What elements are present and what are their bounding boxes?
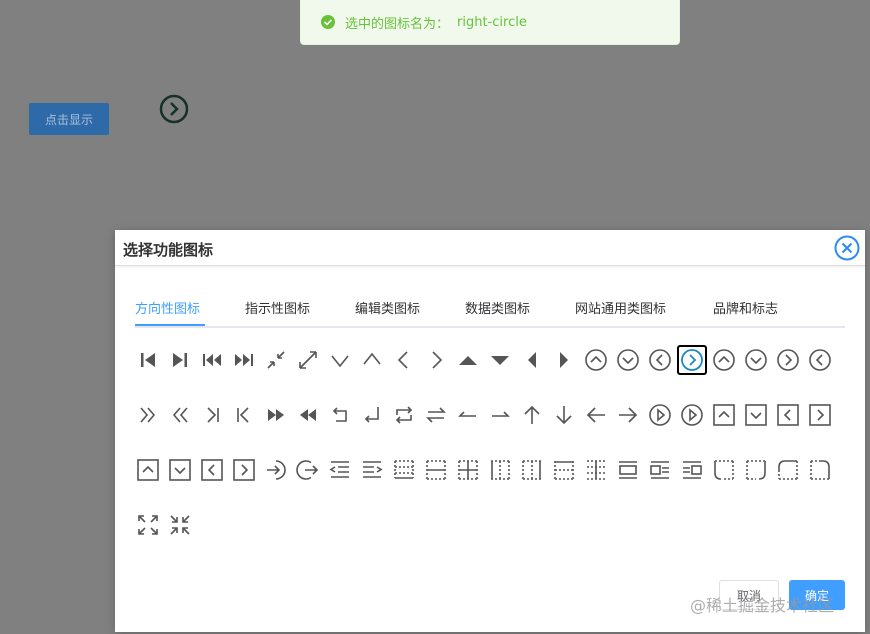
close-icon[interactable] (834, 235, 860, 261)
success-toast: 选中的图标名为： right-circle (300, 0, 680, 45)
swap-left-icon[interactable] (453, 400, 483, 430)
right-circle-icon (158, 93, 190, 125)
retweet-icon[interactable] (389, 400, 419, 430)
left-square-icon[interactable] (773, 400, 803, 430)
right-circle-o-icon[interactable] (773, 345, 803, 375)
play-circle-icon[interactable] (645, 400, 675, 430)
fast-forward-icon[interactable] (229, 345, 259, 375)
menu-unfold-icon[interactable] (357, 455, 387, 485)
caret-up-icon[interactable] (453, 345, 483, 375)
border-left-icon[interactable] (485, 455, 515, 485)
border-bottom-icon[interactable] (389, 455, 419, 485)
up-icon[interactable] (357, 345, 387, 375)
up-square-o-icon[interactable] (133, 455, 163, 485)
right-square-o-icon[interactable] (229, 455, 259, 485)
shrink-icon[interactable] (261, 345, 291, 375)
tab-data[interactable]: 数据类图标 (465, 298, 530, 326)
cancel-button[interactable]: 取消 (719, 580, 779, 610)
up-square-icon[interactable] (709, 400, 739, 430)
fullscreen-exit-icon[interactable] (165, 510, 195, 540)
swap-icon[interactable] (421, 400, 451, 430)
enter-icon[interactable] (357, 400, 387, 430)
double-left-icon[interactable] (165, 400, 195, 430)
left-icon[interactable] (389, 345, 419, 375)
step-backward-icon[interactable] (133, 345, 163, 375)
double-right-icon[interactable] (133, 400, 163, 430)
arrow-up-icon[interactable] (517, 400, 547, 430)
menu-fold-icon[interactable] (325, 455, 355, 485)
pic-right-icon[interactable] (677, 455, 707, 485)
confirm-button[interactable]: 确定 (789, 580, 845, 610)
pic-center-icon[interactable] (613, 455, 643, 485)
border-top-icon[interactable] (549, 455, 579, 485)
dialog-title: 选择功能图标 (123, 241, 214, 259)
tab-direction[interactable]: 方向性图标 (135, 298, 200, 326)
border-inner-icon[interactable] (453, 455, 483, 485)
vertical-left-icon[interactable] (197, 400, 227, 430)
left-circle-icon[interactable] (645, 345, 675, 375)
rollback-icon[interactable] (325, 400, 355, 430)
icon-picker-dialog: 选择功能图标 方向性图标 指示性图标 编辑类图标 数据类图标 网站通用类图标 品… (115, 230, 865, 632)
tab-edit[interactable]: 编辑类图标 (355, 298, 420, 326)
logout-icon[interactable] (293, 455, 323, 485)
right-icon[interactable] (421, 345, 451, 375)
step-forward-icon[interactable] (165, 345, 195, 375)
up-circle-o-icon[interactable] (709, 345, 739, 375)
active-tab-indicator (135, 324, 205, 326)
tab-indicator[interactable]: 指示性图标 (245, 298, 310, 326)
down-circle-o-icon[interactable] (741, 345, 771, 375)
arrows-alt-icon[interactable] (293, 345, 323, 375)
check-circle-icon (321, 15, 335, 29)
border-right-icon[interactable] (517, 455, 547, 485)
forward-icon[interactable] (261, 400, 291, 430)
radius-upright-icon[interactable] (805, 455, 835, 485)
radius-upleft-icon[interactable] (773, 455, 803, 485)
down-icon[interactable] (325, 345, 355, 375)
icon-category-tabs: 方向性图标 指示性图标 编辑类图标 数据类图标 网站通用类图标 品牌和标志 (135, 296, 845, 328)
up-circle-icon[interactable] (581, 345, 611, 375)
toast-message: 选中的图标名为： (345, 16, 450, 32)
left-square-o-icon[interactable] (197, 455, 227, 485)
down-square-o-icon[interactable] (165, 455, 195, 485)
fullscreen-icon[interactable] (133, 510, 163, 540)
pic-left-icon[interactable] (645, 455, 675, 485)
radius-bottomright-icon[interactable] (741, 455, 771, 485)
swap-right-icon[interactable] (485, 400, 515, 430)
right-square-icon[interactable] (805, 400, 835, 430)
border-verticle-icon[interactable] (581, 455, 611, 485)
border-horizontal-icon[interactable] (421, 455, 451, 485)
caret-right-icon[interactable] (549, 345, 579, 375)
down-square-icon[interactable] (741, 400, 771, 430)
show-dialog-button[interactable]: 点击显示 (29, 103, 109, 135)
left-circle-o-icon[interactable] (805, 345, 835, 375)
fast-backward-icon[interactable] (197, 345, 227, 375)
vertical-right-icon[interactable] (229, 400, 259, 430)
caret-down-icon[interactable] (485, 345, 515, 375)
login-icon[interactable] (261, 455, 291, 485)
radius-bottomleft-icon[interactable] (709, 455, 739, 485)
dialog-header: 选择功能图标 (115, 230, 865, 266)
arrow-left-icon[interactable] (581, 400, 611, 430)
arrow-down-icon[interactable] (549, 400, 579, 430)
right-circle-icon[interactable] (677, 345, 707, 375)
toast-icon-name: right-circle (457, 14, 527, 30)
play-circle-o-icon[interactable] (677, 400, 707, 430)
arrow-right-icon[interactable] (613, 400, 643, 430)
tab-brand[interactable]: 品牌和标志 (713, 298, 778, 326)
caret-left-icon[interactable] (517, 345, 547, 375)
tab-web-common[interactable]: 网站通用类图标 (575, 298, 666, 326)
down-circle-icon[interactable] (613, 345, 643, 375)
backward-icon[interactable] (293, 400, 323, 430)
